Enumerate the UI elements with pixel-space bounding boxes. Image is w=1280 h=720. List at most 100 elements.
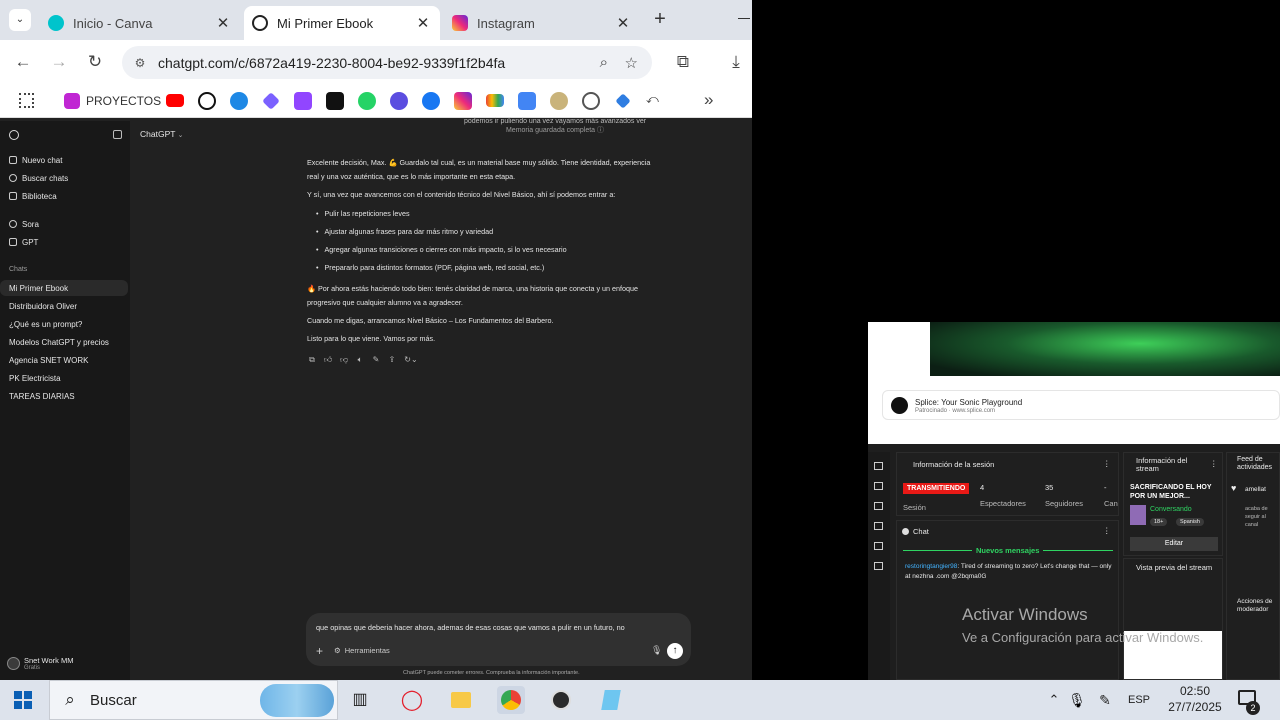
dock-nav-icon[interactable] <box>874 482 883 490</box>
new-chat-item[interactable]: Nuevo chat <box>0 152 128 168</box>
category-name[interactable]: Conversando <box>1150 506 1192 513</box>
memory-saved: Memoria guardada completa ⓘ <box>420 126 690 135</box>
sidebar-label: TAREAS DIARIAS <box>9 391 75 401</box>
chat-item-mi-primer-ebook[interactable]: Mi Primer Ebook <box>0 280 128 296</box>
task-view-icon[interactable]: ▥ <box>346 686 374 714</box>
zoom-icon[interactable]: ⌕ <box>600 54 608 71</box>
chat-item[interactable]: Agencia SNET WORK <box>0 352 128 368</box>
start-button[interactable] <box>14 691 32 709</box>
message-input[interactable]: que opinas que deberia hacer ahora, adem… <box>316 623 676 632</box>
translate-icon[interactable] <box>518 92 536 110</box>
reload-icon[interactable]: ↻ <box>83 50 107 74</box>
ad-area: Splice: Your Sonic Playground Patrocinad… <box>868 322 1280 444</box>
whatsapp-icon[interactable] <box>358 92 376 110</box>
minimize-icon[interactable] <box>738 18 750 19</box>
globe-icon[interactable] <box>582 92 600 110</box>
forward-icon[interactable]: → <box>47 50 71 74</box>
new-tab-button[interactable]: + <box>650 8 670 30</box>
chrome-icon[interactable] <box>497 686 525 714</box>
chatgpt-logo-icon[interactable] <box>9 130 19 140</box>
chat-item[interactable]: TAREAS DIARIAS <box>0 388 128 404</box>
instagram-icon[interactable] <box>454 92 472 110</box>
clock[interactable]: 02:50 27/7/2025 <box>1160 684 1230 714</box>
gpt-item[interactable]: GPT <box>0 234 128 250</box>
microphone-icon[interactable]: 🎙︎ <box>651 645 662 656</box>
address-bar[interactable]: ⚙ chatgpt.com/c/6872a419-2230-8004-be92-… <box>122 46 652 79</box>
bookmark-proyectos[interactable]: PROYECTOS <box>64 91 161 111</box>
moderator-actions[interactable]: Acciones de moderador <box>1237 598 1280 614</box>
bookmark-icon[interactable] <box>550 92 568 110</box>
add-attachment-icon[interactable]: + <box>316 644 323 658</box>
chat-item[interactable]: Distribuidora Oliver <box>0 298 128 314</box>
search-chats-item[interactable]: Buscar chats <box>0 170 128 186</box>
chat-username[interactable]: restoringtangier98 <box>905 563 957 570</box>
edge-icon[interactable] <box>230 92 248 110</box>
pen-icon[interactable]: ✎ <box>1091 686 1119 714</box>
file-explorer-icon[interactable] <box>447 686 475 714</box>
edit-icon[interactable]: ✎ <box>371 355 381 365</box>
tab-instagram[interactable]: Instagram ✕ <box>444 6 640 40</box>
more-bookmarks-icon[interactable]: » <box>704 90 713 110</box>
kick-icon[interactable] <box>326 92 344 110</box>
taskbar-search[interactable]: ⌕ Buscar <box>49 680 338 720</box>
star-icon[interactable]: ☆ <box>625 54 638 72</box>
share-icon[interactable]: ⇪ <box>387 355 397 365</box>
notepad-icon[interactable] <box>597 686 625 714</box>
chatgpt-icon[interactable] <box>198 92 216 110</box>
gemini-icon[interactable] <box>262 92 280 110</box>
subs-label: Can subs <box>1104 499 1118 508</box>
kebab-icon[interactable]: ⋮ <box>1103 459 1111 468</box>
edit-button[interactable]: Editar <box>1130 537 1218 551</box>
obs-icon[interactable] <box>547 686 575 714</box>
tab-search-button[interactable]: ⌄ <box>9 9 31 31</box>
language-indicator[interactable]: ESP <box>1128 694 1150 706</box>
pen-tool-icon[interactable] <box>615 93 631 109</box>
back-icon[interactable]: ← <box>11 50 35 74</box>
chat-item[interactable]: Modelos ChatGPT y precios <box>0 334 128 350</box>
site-info-icon[interactable]: ⚙ <box>122 56 158 70</box>
kebab-icon[interactable]: ⋮ <box>1103 526 1111 535</box>
dock-nav-icon[interactable] <box>874 542 883 550</box>
close-sidebar-icon[interactable] <box>113 130 122 139</box>
youtube-icon[interactable] <box>166 94 184 107</box>
extensions-icon[interactable]: ⧉ <box>671 50 695 74</box>
close-icon[interactable]: ✕ <box>614 14 632 32</box>
dock-nav-icon[interactable] <box>874 522 883 530</box>
tab-mi-primer-ebook[interactable]: Mi Primer Ebook ✕ <box>244 6 440 40</box>
microphone-icon[interactable]: 🎙︎ <box>1063 686 1091 714</box>
copy-icon[interactable]: ⧉ <box>307 355 317 365</box>
messenger-icon[interactable] <box>390 92 408 110</box>
sora-item[interactable]: Sora <box>0 216 128 232</box>
library-item[interactable]: Biblioteca <box>0 188 128 204</box>
gmail-icon[interactable] <box>486 94 504 107</box>
regenerate-icon[interactable]: ↻⌄ <box>403 355 419 365</box>
activity-user[interactable]: amellat <box>1245 486 1266 493</box>
send-button[interactable]: ↑ <box>667 643 683 659</box>
chat-item[interactable]: ¿Qué es un prompt? <box>0 316 128 332</box>
ad-card[interactable]: Splice: Your Sonic Playground Patrocinad… <box>882 390 1280 420</box>
apps-grid-icon[interactable] <box>19 93 34 108</box>
tab-canva[interactable]: Inicio - Canva ✕ <box>40 6 240 40</box>
dock-nav-icon[interactable] <box>874 462 883 470</box>
close-icon[interactable]: ✕ <box>414 14 432 32</box>
thumbs-down-icon[interactable]: 👎︎ <box>339 355 349 365</box>
opera-icon[interactable]: ◯ <box>398 686 426 714</box>
tools-button[interactable]: ⚙ Herramientas <box>334 646 390 655</box>
user-profile[interactable]: Snet Work MM Gratis <box>7 656 73 671</box>
model-selector[interactable]: ChatGPT ⌄ <box>140 129 184 139</box>
twitch-icon[interactable] <box>294 92 312 110</box>
kebab-icon[interactable]: ⋮ <box>1210 459 1218 468</box>
ad-title: Splice: Your Sonic Playground <box>915 398 1023 407</box>
close-icon[interactable]: ✕ <box>214 14 232 32</box>
download-icon[interactable]: ⤓ <box>724 50 748 74</box>
tools-label: Herramientas <box>344 646 390 655</box>
facebook-icon[interactable] <box>422 92 440 110</box>
read-aloud-icon[interactable]: 🔈︎ <box>355 355 365 365</box>
chat-item[interactable]: PK Electricista <box>0 370 128 386</box>
search-icon: ⌕ <box>65 690 75 709</box>
dock-nav-icon[interactable] <box>874 562 883 570</box>
dock-nav-icon[interactable] <box>874 502 883 510</box>
memory-notice: podemos ir puliendo una vez vayamos más … <box>420 118 690 138</box>
thumbs-up-icon[interactable]: 👍︎ <box>323 355 333 365</box>
arrow-icon[interactable]: ⤺ <box>646 92 664 110</box>
